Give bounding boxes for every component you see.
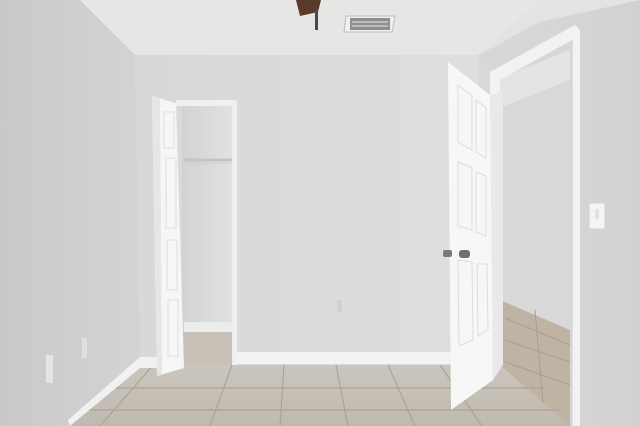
hallway-wall	[500, 80, 570, 330]
baseboard-back	[236, 352, 451, 364]
room-illustration	[0, 0, 640, 426]
closet-frame	[176, 100, 236, 106]
closet-interior	[182, 105, 234, 332]
outlet-back	[337, 300, 342, 312]
left-wall	[0, 0, 140, 426]
room-scene	[0, 0, 640, 426]
outlet-left	[46, 355, 53, 383]
ceiling-vent	[343, 15, 396, 33]
